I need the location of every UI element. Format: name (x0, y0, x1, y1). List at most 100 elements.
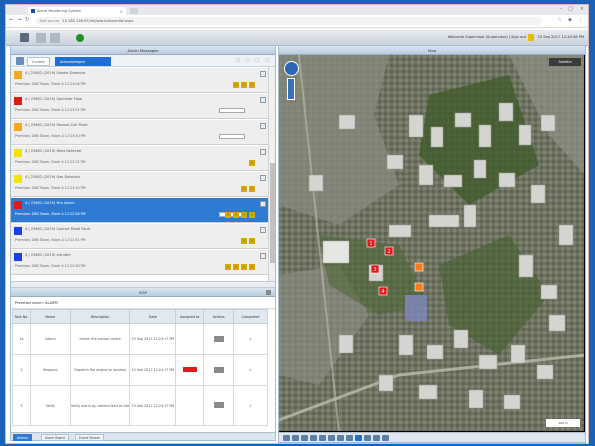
alarm-warning-icon[interactable]: ! (233, 212, 239, 218)
alarm-select-checkbox[interactable] (260, 123, 266, 129)
alarm-warning-icon[interactable]: ! (249, 212, 255, 218)
tab-current[interactable]: Current (27, 57, 50, 66)
map-tool-line[interactable] (337, 435, 344, 441)
alarm-ack-input[interactable] (219, 108, 245, 113)
home-button[interactable] (36, 33, 46, 43)
map-tool-info[interactable] (382, 435, 389, 441)
alarm-filter-icon[interactable] (16, 57, 24, 65)
bottom-tab-event-viewer[interactable]: Event Viewer (75, 434, 104, 441)
bottom-tab-alarm-board[interactable]: Alarm Board (41, 434, 69, 441)
map-tool-zoom-in[interactable] (301, 435, 308, 441)
alarm-warning-icon[interactable]: ! (241, 238, 247, 244)
alarm-detail: Premises: DBS Tower, Block A 12:23:10 PM (15, 186, 86, 190)
alarm-warning-icon[interactable]: ! (241, 212, 247, 218)
forward-icon[interactable]: → (17, 17, 22, 23)
close-window-icon[interactable]: × (580, 6, 584, 12)
star-icon[interactable]: ☆ (558, 17, 562, 23)
col-description: Description (69, 309, 131, 324)
task-action-icon[interactable] (218, 366, 224, 373)
table-row[interactable]: 1a Inform Inform fire control centre 23 Sep… (12, 323, 268, 355)
alarm-select-checkbox[interactable] (260, 253, 266, 259)
alarm-select-checkbox[interactable] (260, 149, 266, 155)
satellite-map[interactable]: Satellite 1234 100 m (279, 55, 584, 431)
alarm-warning-icon[interactable]: ! (233, 264, 239, 270)
settings-button[interactable] (50, 33, 60, 43)
map-tool-clear[interactable] (373, 435, 380, 441)
map-tool-print[interactable] (364, 435, 371, 441)
panel-splitter[interactable] (11, 281, 275, 288)
alarm-detail: Premises: DBS Tower, Block A 12:23:51 PM (15, 108, 86, 112)
table-row[interactable]: 3 Verify Verify alarm by camera feed at si… (12, 385, 268, 426)
alarm-row[interactable]: 4 | 23602 (2019) Heat Detector Premises: … (11, 146, 269, 171)
workflow-close-icon[interactable] (266, 290, 271, 295)
alarm-warning-icon[interactable]: ! (249, 82, 255, 88)
alarm-warning-icon[interactable]: ! (233, 82, 239, 88)
task-desc-cell: Dispatch fire engine to location (69, 354, 131, 386)
map-tool-select[interactable] (283, 435, 290, 441)
alarm-list-scrollbar[interactable] (268, 67, 275, 281)
back-icon[interactable]: ← (9, 17, 14, 23)
alarm-warning-icon[interactable]: ! (225, 212, 231, 218)
maximize-icon[interactable]: □ (568, 6, 573, 12)
map-tool-measure[interactable] (319, 435, 326, 441)
task-no-cell: 1a (12, 323, 31, 355)
alarm-warning-icon[interactable]: ! (249, 160, 255, 166)
scrollbar-thumb[interactable] (270, 163, 275, 263)
task-actions-cell (203, 354, 235, 386)
alarm-warning-icon[interactable]: ! (249, 264, 255, 270)
alarm-select-checkbox[interactable] (260, 71, 266, 77)
alarm-row[interactable]: 4 | 23602 (2019) Manual Call Point Premis… (11, 120, 269, 145)
reload-icon[interactable]: ↻ (25, 17, 30, 23)
menu-icon[interactable]: ⋮ (578, 17, 583, 23)
alarm-row[interactable]: 4 | 23602 (2019) Control Panel Fault Prem… (11, 224, 269, 249)
map-tool-polygon[interactable] (328, 435, 335, 441)
alarm-warning-icon[interactable]: ! (249, 238, 255, 244)
alarm-title: 4 | 23602 (2019) Sprinkler Flow (25, 97, 82, 101)
alarm-title: 4 | 23602 (2019) Gas Detector (25, 175, 81, 179)
task-date-cell: 23 Sep 2017 12:24:17 PM (129, 385, 177, 426)
tab-acknowledged[interactable]: Acknowledged (55, 57, 111, 66)
alarm-select-checkbox[interactable] (260, 227, 266, 233)
alarm-row[interactable]: 4 | 23602 (2019) Intruder Premises: DBS T… (11, 250, 269, 275)
alarm-tabs: Current Acknowledged ▢ ▢ ▢ ▢ (11, 55, 275, 67)
task-action-icon[interactable] (218, 402, 224, 408)
map-pan-control[interactable] (284, 61, 299, 76)
alarm-warning-icon[interactable]: ! (225, 264, 231, 270)
workflow-table: Task No. Name Description Date Assigned … (12, 309, 268, 426)
map-tool-layers[interactable] (355, 435, 362, 441)
col-completed: Completed (233, 309, 268, 324)
alarm-select-checkbox[interactable] (260, 97, 266, 103)
alarm-warning-icon[interactable]: ! (249, 186, 255, 192)
bottom-tab-alarms[interactable]: Alarms (13, 434, 33, 441)
alarm-warning-icon[interactable]: ! (241, 264, 247, 270)
extension-icon[interactable]: ◆ (568, 17, 572, 23)
alarm-ack-input[interactable] (219, 134, 245, 139)
map-tool-pan[interactable] (292, 435, 299, 441)
map-tool-zoom-out[interactable] (310, 435, 317, 441)
map-zoom-control[interactable] (287, 78, 295, 100)
alarm-select-checkbox[interactable] (260, 175, 266, 181)
task-no-cell: 2 (12, 354, 31, 386)
url-field[interactable]: Not secure 10.182.136.67/vfd/alarm/alarm… (36, 17, 542, 25)
workflow-panel-header: SOP (11, 288, 275, 297)
alarm-warning-icon[interactable]: ! (241, 82, 247, 88)
alarm-tool-icons[interactable]: ▢ ▢ ▢ ▢ (236, 58, 271, 63)
left-panel: Alarm Messages Current Acknowledged ▢ ▢ … (10, 45, 276, 441)
col-name: Name (29, 309, 71, 324)
alarm-row[interactable]: 4 | 23602 (2019) Fire Alarm Premises: DBS… (11, 198, 269, 223)
new-tab-button[interactable] (130, 8, 138, 14)
alarm-row[interactable]: 4 | 23602 (2019) Sprinkler Flow Premises:… (11, 94, 269, 119)
task-action-icon[interactable] (218, 335, 224, 342)
alarm-row[interactable]: 4 | 23602 (2019) Gas Detector Premises: D… (11, 172, 269, 197)
table-row[interactable]: 2 Respond Dispatch fire engine to location… (12, 354, 268, 386)
close-tab-icon[interactable]: × (120, 9, 123, 14)
map-layer-switcher[interactable]: Satellite (549, 58, 581, 66)
alarm-row[interactable]: 4 | 23602 (2019) Smoke Detector Premises:… (11, 68, 269, 93)
minimize-icon[interactable]: – (560, 6, 563, 12)
alarm-warning-icon[interactable]: ! (241, 186, 247, 192)
alarm-select-checkbox[interactable] (260, 201, 266, 207)
map-tool-point[interactable] (346, 435, 353, 441)
bottom-tab-bar: Alarms Alarm Board Event Viewer (11, 432, 275, 441)
browser-tab[interactable]: Alarm Monitoring System × (28, 7, 126, 15)
user-info[interactable]: Welcome Supervisor (Supervisor) | Sign o… (448, 35, 526, 39)
